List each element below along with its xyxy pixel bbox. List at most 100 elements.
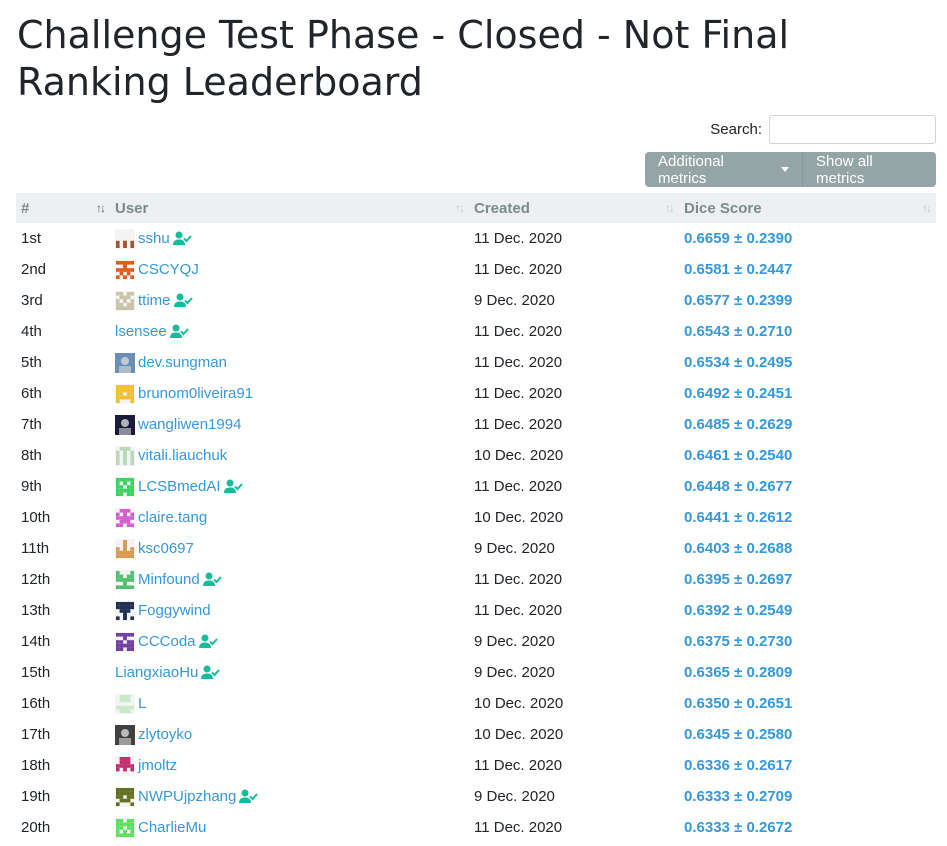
table-header-row: # ↑↓ User ↑↓ Created ↑↓ Dice Score ↑↓ [16,193,936,223]
page-title: Challenge Test Phase - Closed - Not Fina… [17,13,790,104]
user-cell: ttime [110,285,469,316]
column-header-created[interactable]: Created ↑↓ [469,193,679,223]
table-row: 8th vitali.liauchuk 10 Dec. 2020 0.6461 ± 0… [16,440,936,471]
user-link[interactable]: sshu [138,230,170,247]
user-cell-content: wangliwen1994 [115,414,464,435]
user-link[interactable]: brunom0liveira91 [138,385,253,402]
user-link[interactable]: vitali.liauchuk [138,447,227,464]
user-check-icon [239,789,259,803]
user-cell-content: ttime [115,290,464,311]
avatar [115,569,135,590]
user-link[interactable]: dev.sungman [138,354,227,371]
dice-score-value: 0.6461 ± 0.2540 [684,447,793,464]
column-header-rank[interactable]: # ↑↓ [16,193,110,223]
dice-score-value: 0.6365 ± 0.2809 [684,664,793,681]
user-link[interactable]: CharlieMu [138,819,206,836]
user-cell-content: claire.tang [115,507,464,528]
show-all-metrics-button[interactable]: Show all metrics [803,152,936,187]
user-check-icon [223,479,243,493]
rank-cell: 3rd [21,292,43,309]
user-link[interactable]: L [138,695,146,712]
user-link[interactable]: LiangxiaoHu [115,664,198,681]
user-cell-content: Minfound [115,569,464,590]
user-link[interactable]: ksc0697 [138,540,194,557]
avatar [115,445,135,466]
user-link[interactable]: jmoltz [138,757,177,774]
user-cell-content: NWPUjpzhang [115,786,464,807]
caret-down-icon [781,167,789,172]
sort-icon: ↑↓ [455,201,465,215]
dice-score-value: 0.6333 ± 0.2709 [684,788,793,805]
user-link[interactable]: CSCYQJ [138,261,199,278]
avatar [115,352,135,373]
rank-cell: 20th [21,819,51,836]
created-cell: 11 Dec. 2020 [474,416,563,433]
user-link[interactable]: CCCoda [138,633,196,650]
user-link[interactable]: NWPUjpzhang [138,788,236,805]
user-cell: brunom0liveira91 [110,378,469,409]
user-cell-content: dev.sungman [115,352,464,373]
table-row: 12th Minfound 11 Dec. 2020 0.6395 ± 0.2697 [16,564,936,595]
dice-score-cell: 0.6448 ± 0.2677 [679,471,936,502]
avatar [115,724,135,745]
user-check-icon [172,231,192,245]
user-check-icon [173,293,193,307]
rank-cell: 12th [21,571,51,588]
avatar [115,290,135,311]
user-link[interactable]: Minfound [138,571,200,588]
created-cell: 11 Dec. 2020 [474,757,563,774]
dice-score-cell: 0.6375 ± 0.2730 [679,626,936,657]
avatar [115,507,135,528]
rank-cell: 6th [21,385,42,402]
leaderboard-table: # ↑↓ User ↑↓ Created ↑↓ Dice Score ↑↓ 1s… [16,193,936,843]
dice-score-cell: 0.6333 ± 0.2709 [679,781,936,812]
table-row: 6th brunom0liveira91 11 Dec. 2020 0.6492 ± … [16,378,936,409]
user-link[interactable]: Foggywind [138,602,211,619]
avatar [115,228,135,249]
column-header-dice-score[interactable]: Dice Score ↑↓ [679,193,936,223]
table-row: 15th LiangxiaoHu 9 Dec. 2020 0.6365 ± 0.280… [16,657,936,688]
rank-cell: 4th [21,323,42,340]
user-link[interactable]: claire.tang [138,509,207,526]
user-link[interactable]: lsensee [115,323,167,340]
user-cell-content: LCSBmedAI [115,476,464,497]
user-cell: Minfound [110,564,469,595]
user-link[interactable]: ttime [138,292,171,309]
dice-score-cell: 0.6395 ± 0.2697 [679,564,936,595]
user-cell-content: sshu [115,228,464,249]
dice-score-value: 0.6333 ± 0.2672 [684,819,793,836]
avatar [115,414,135,435]
created-cell: 9 Dec. 2020 [474,788,555,805]
table-row: 9th LCSBmedAI 11 Dec. 2020 0.6448 ± 0.2677 [16,471,936,502]
created-cell: 10 Dec. 2020 [474,447,564,464]
user-cell-content: zlytoyko [115,724,464,745]
created-cell: 10 Dec. 2020 [474,695,564,712]
additional-metrics-button[interactable]: Additional metrics [645,152,803,187]
sort-icon: ↑↓ [922,201,932,215]
created-cell: 11 Dec. 2020 [474,602,563,619]
avatar [115,538,135,559]
created-cell: 9 Dec. 2020 [474,664,555,681]
user-link[interactable]: LCSBmedAI [138,478,221,495]
created-cell: 10 Dec. 2020 [474,726,564,743]
rank-cell: 2nd [21,261,47,278]
table-row: 16th L 10 Dec. 2020 0.6350 ± 0.2651 [16,688,936,719]
dice-score-cell: 0.6543 ± 0.2710 [679,316,936,347]
created-cell: 11 Dec. 2020 [474,323,563,340]
dice-score-cell: 0.6577 ± 0.2399 [679,285,936,316]
created-cell: 11 Dec. 2020 [474,230,563,247]
metrics-button-group: Additional metrics Show all metrics [645,152,936,187]
search-input[interactable] [769,114,936,144]
table-row: 11th ksc0697 9 Dec. 2020 0.6403 ± 0.2688 [16,533,936,564]
avatar [115,383,135,404]
dice-score-cell: 0.6403 ± 0.2688 [679,533,936,564]
user-cell: zlytoyko [110,719,469,750]
column-header-user[interactable]: User ↑↓ [110,193,469,223]
dice-score-value: 0.6345 ± 0.2580 [684,726,793,743]
user-link[interactable]: zlytoyko [138,726,192,743]
show-all-metrics-label: Show all metrics [816,152,873,187]
user-check-icon [202,572,222,586]
user-check-icon [201,665,221,679]
user-cell-content: vitali.liauchuk [115,445,464,466]
user-link[interactable]: wangliwen1994 [138,416,241,433]
